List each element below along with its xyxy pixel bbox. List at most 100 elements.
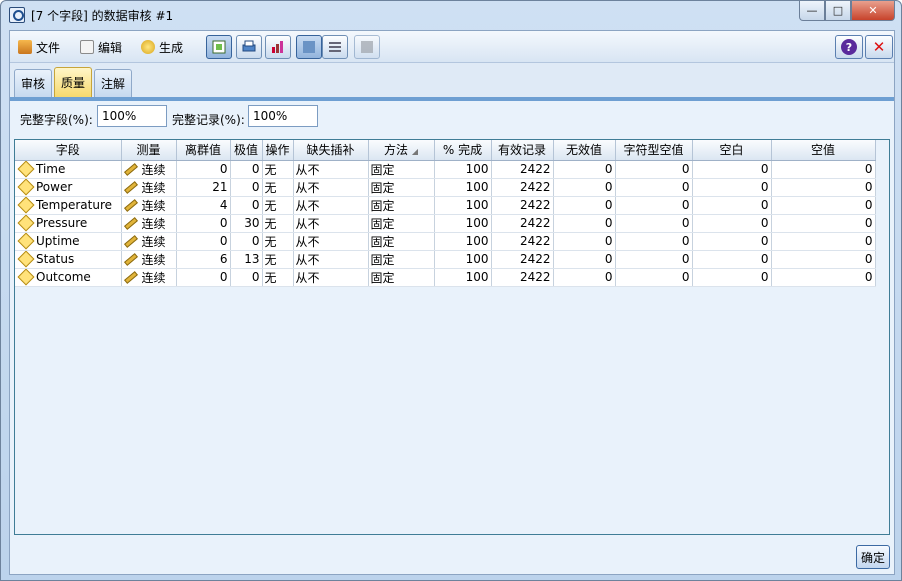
col-complete[interactable]: % 完成 <box>434 140 492 161</box>
cell-outliers: 0 <box>176 214 231 233</box>
quality-table[interactable]: 字段 测量 离群值 极值 操作 缺失插补 方法 ◢ % 完成 有效记录 无效值 … <box>14 139 890 535</box>
table-row[interactable]: Temperature 连续 4 0 无从不 固定 100 2422 0 0 0 0 <box>15 196 876 215</box>
list-view-icon <box>329 42 341 52</box>
cell-outliers: 4 <box>176 196 231 215</box>
cell-blank: 0 <box>692 214 772 233</box>
chart-button[interactable] <box>265 35 291 59</box>
cell-complete: 100 <box>434 232 492 251</box>
maximize-button[interactable]: □ <box>825 1 851 21</box>
measure-cell-content: 连续 <box>123 215 174 232</box>
continuous-field-icon <box>17 214 35 231</box>
cell-field: Pressure <box>15 214 122 233</box>
audit-window: [7 个字段] 的数据审核 #1 — □ ✕ 文件 编辑 生成 ? ✕ 审核 质… <box>0 0 902 581</box>
measure-cell-content: 连续 <box>123 233 174 250</box>
title-bar[interactable]: [7 个字段] 的数据审核 #1 — □ ✕ <box>1 1 901 29</box>
col-method-label: 方法 <box>384 143 409 158</box>
col-measure[interactable]: 测量 <box>121 140 177 161</box>
toolbar: 文件 编辑 生成 ? ✕ <box>10 31 894 63</box>
col-extremes[interactable]: 极值 <box>230 140 263 161</box>
window-close-button[interactable]: ✕ <box>851 1 895 21</box>
table-row[interactable]: Outcome 连续 0 0 无从不 固定 100 2422 0 0 0 0 <box>15 268 876 287</box>
col-field[interactable]: 字段 <box>15 140 122 161</box>
tab-bar: 审核 质量 注解 <box>14 67 133 97</box>
col-null[interactable]: 空值 <box>771 140 876 161</box>
cell-extremes: 0 <box>230 160 263 179</box>
cell-string-null: 0 <box>615 214 693 233</box>
measure-label: 连续 <box>141 198 166 213</box>
menu-generate-label: 生成 <box>159 40 184 55</box>
field-name: Pressure <box>36 216 88 230</box>
close-panel-button[interactable]: ✕ <box>865 35 893 59</box>
menu-edit[interactable]: 编辑 <box>80 38 122 56</box>
cell-invalid: 0 <box>553 250 616 269</box>
print-button[interactable] <box>236 35 262 59</box>
cell-method: 固定 <box>368 232 435 251</box>
tab-quality[interactable]: 质量 <box>54 67 93 97</box>
copy-button[interactable] <box>206 35 232 59</box>
table-row[interactable]: Status 连续 6 13 无从不 固定 100 2422 0 0 0 0 <box>15 250 876 269</box>
col-outliers[interactable]: 离群值 <box>176 140 231 161</box>
list-view-button[interactable] <box>322 35 348 59</box>
cell-complete: 100 <box>434 178 492 197</box>
col-impute[interactable]: 缺失插补 <box>293 140 369 161</box>
continuous-field-icon <box>17 196 35 213</box>
complete-records-label: 完整记录(%): <box>172 113 245 127</box>
continuous-field-icon <box>17 178 35 195</box>
cell-impute: 从不 <box>293 232 369 251</box>
cell-impute: 从不 <box>293 178 369 197</box>
table-row[interactable]: Uptime 连续 0 0 无从不 固定 100 2422 0 0 0 0 <box>15 232 876 251</box>
col-string-null[interactable]: 字符型空值 <box>615 140 693 161</box>
file-icon <box>18 40 32 54</box>
col-blank[interactable]: 空白 <box>692 140 772 161</box>
field-name: Power <box>36 180 73 194</box>
table-body: Time 连续 0 0 无从不 固定 100 2422 0 0 0 0 Power 连续 21 0 无从不 固定 1… <box>15 160 876 287</box>
col-valid[interactable]: 有效记录 <box>491 140 554 161</box>
cell-extremes: 0 <box>230 178 263 197</box>
col-method[interactable]: 方法 ◢ <box>368 140 435 161</box>
help-button[interactable]: ? <box>835 35 863 59</box>
cell-valid: 2422 <box>491 268 554 287</box>
cell-impute: 从不 <box>293 268 369 287</box>
cell-valid: 2422 <box>491 232 554 251</box>
grid-view-button[interactable] <box>296 35 322 59</box>
complete-fields-field[interactable]: 100% <box>97 105 167 127</box>
cell-action: 无 <box>262 196 294 215</box>
cell-field: Power <box>15 178 122 197</box>
ruler-icon <box>123 252 138 266</box>
tab-annotation[interactable]: 注解 <box>94 69 133 97</box>
measure-cell-content: 连续 <box>123 251 174 268</box>
complete-records-field[interactable]: 100% <box>248 105 318 127</box>
table-row[interactable]: Power 连续 21 0 无从不 固定 100 2422 0 0 0 0 <box>15 178 876 197</box>
cell-blank: 0 <box>692 250 772 269</box>
table-header-row: 字段 测量 离群值 极值 操作 缺失插补 方法 ◢ % 完成 有效记录 无效值 … <box>15 140 876 161</box>
quality-grid: 字段 测量 离群值 极值 操作 缺失插补 方法 ◢ % 完成 有效记录 无效值 … <box>15 140 876 287</box>
cell-action: 无 <box>262 232 294 251</box>
col-invalid[interactable]: 无效值 <box>553 140 616 161</box>
cell-field: Uptime <box>15 232 122 251</box>
tab-audit[interactable]: 审核 <box>14 69 53 97</box>
table-view-button[interactable] <box>354 35 380 59</box>
cell-action: 无 <box>262 178 294 197</box>
ok-button[interactable]: 确定 <box>856 545 890 569</box>
cell-outliers: 0 <box>176 268 231 287</box>
field-name: Status <box>36 252 75 266</box>
cell-valid: 2422 <box>491 178 554 197</box>
continuous-field-icon <box>17 232 35 249</box>
table-row[interactable]: Pressure 连续 0 30 无从不 固定 100 2422 0 0 0 0 <box>15 214 876 233</box>
measure-label: 连续 <box>141 252 166 267</box>
copy-icon <box>212 40 226 54</box>
cell-valid: 2422 <box>491 250 554 269</box>
menu-file[interactable]: 文件 <box>18 38 60 56</box>
cell-string-null: 0 <box>615 268 693 287</box>
menu-generate[interactable]: 生成 <box>141 38 183 56</box>
cell-field: Time <box>15 160 122 179</box>
generate-icon <box>141 40 155 54</box>
measure-label: 连续 <box>141 162 166 177</box>
cell-method: 固定 <box>368 178 435 197</box>
col-action[interactable]: 操作 <box>262 140 294 161</box>
cell-blank: 0 <box>692 160 772 179</box>
table-row[interactable]: Time 连续 0 0 无从不 固定 100 2422 0 0 0 0 <box>15 160 876 179</box>
minimize-button[interactable]: — <box>799 1 825 21</box>
cell-complete: 100 <box>434 250 492 269</box>
cell-null: 0 <box>771 196 876 215</box>
